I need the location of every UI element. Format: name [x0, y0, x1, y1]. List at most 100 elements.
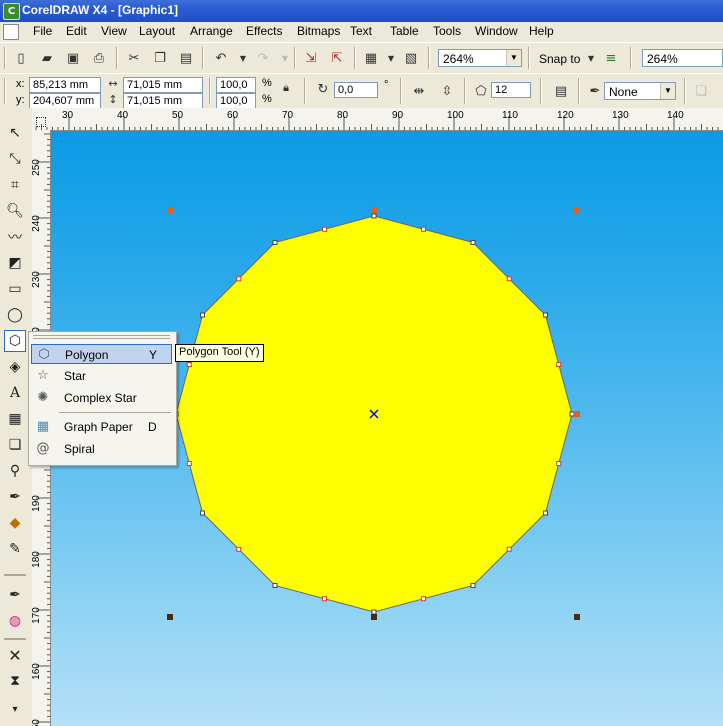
node-handle[interactable] [542, 312, 548, 318]
smart-fill-tool-icon[interactable]: ◩ [4, 252, 26, 274]
node-handle[interactable] [322, 596, 327, 602]
snap-to-dropdown-icon[interactable]: ▼ [580, 47, 602, 69]
node-handle[interactable] [371, 213, 377, 219]
options-icon[interactable]: ≡ [600, 47, 622, 69]
menu-layout[interactable]: Layout [139, 24, 175, 38]
open-folder-icon[interactable]: ▰ [36, 47, 58, 69]
save-icon[interactable]: ▣ [62, 47, 84, 69]
node-handle[interactable] [322, 226, 327, 232]
welcome-screen-icon[interactable]: ▧ [400, 47, 422, 69]
node-handle[interactable] [371, 609, 377, 615]
print-icon[interactable]: ⎙ [88, 47, 110, 69]
chevron-down-icon[interactable]: ▼ [660, 83, 675, 99]
pick-tool-icon[interactable]: ↖ [4, 122, 26, 144]
scale-y-field[interactable]: 100,0 [216, 93, 256, 109]
menu-table[interactable]: Table [390, 24, 419, 38]
selection-handle[interactable] [167, 207, 173, 213]
paste-icon[interactable]: ▤ [175, 47, 197, 69]
selection-handle[interactable] [371, 614, 377, 620]
node-handle[interactable] [506, 276, 512, 282]
outline-pen-icon[interactable]: ✒ [4, 584, 26, 606]
basic-shapes-tool-icon[interactable]: ◈ [4, 356, 26, 378]
node-handle[interactable] [556, 461, 562, 466]
y-position-field[interactable]: 204,607 mm [29, 93, 101, 109]
new-document-icon[interactable]: ▯ [10, 47, 32, 69]
selection-handle[interactable] [574, 614, 580, 620]
menu-tools[interactable]: Tools [433, 24, 461, 38]
node-handle[interactable] [200, 510, 206, 516]
launcher-dropdown-icon[interactable]: ▼ [380, 47, 402, 69]
flyout-grip[interactable] [33, 335, 170, 339]
node-handle[interactable] [470, 240, 476, 246]
cut-icon[interactable]: ✂ [123, 47, 145, 69]
copy-icon[interactable]: ❐ [149, 47, 171, 69]
ellipse-tool-icon[interactable]: ◯ [4, 304, 26, 326]
node-handle[interactable] [236, 546, 242, 552]
eyedropper-tool-icon[interactable]: ⚲ [4, 460, 26, 482]
node-handle[interactable] [569, 411, 575, 417]
menu-view[interactable]: View [101, 24, 127, 38]
node-handle[interactable] [236, 276, 242, 282]
to-front-icon[interactable]: ❏ [690, 80, 712, 102]
zoom-level-combo[interactable]: 264% ▼ [438, 49, 522, 67]
x-position-field[interactable]: 85,213 mm [29, 77, 101, 93]
interactive-blend-tool-icon[interactable]: ❏ [4, 434, 26, 456]
outline-width-combo[interactable]: None ▼ [604, 82, 676, 100]
undo-icon[interactable]: ↶ [210, 47, 232, 69]
node-handle[interactable] [272, 582, 278, 588]
node-handle[interactable] [470, 582, 476, 588]
horizontal-ruler[interactable]: 30 40 50 60 70 80 90 100 110 120 130 140 [32, 108, 723, 131]
hourglass-icon[interactable]: ⧗ [4, 670, 26, 692]
chevron-down-icon[interactable]: ▼ [506, 50, 521, 66]
node-handle[interactable] [186, 362, 192, 367]
polygon-points-field[interactable]: 12 [491, 82, 531, 98]
menu-text[interactable]: Text [350, 24, 372, 38]
table-tool-icon[interactable]: ▦ [4, 408, 26, 430]
ruler-origin-icon[interactable] [36, 117, 46, 127]
scroll-down-icon[interactable]: ▾ [4, 698, 26, 720]
scale-x-field[interactable]: 100,0 [216, 77, 256, 93]
import-icon[interactable]: ⇲ [300, 47, 322, 69]
outline-tool-icon[interactable]: ✒ [4, 486, 26, 508]
crop-tool-icon[interactable]: ⌗ [4, 174, 26, 196]
menu-effects[interactable]: Effects [246, 24, 282, 38]
menu-window[interactable]: Window [475, 24, 518, 38]
text-tool-icon[interactable]: A [4, 382, 26, 404]
fill-tool-icon[interactable]: ◆ [4, 512, 26, 534]
mirror-horizontal-icon[interactable]: ⇹ [408, 80, 430, 102]
mirror-vertical-icon[interactable]: ⇳ [436, 80, 458, 102]
rectangle-tool-icon[interactable]: ▭ [4, 278, 26, 300]
export-icon[interactable]: ⇱ [326, 47, 348, 69]
menu-file[interactable]: File [33, 24, 52, 38]
application-launcher-icon[interactable]: ▦ [360, 47, 382, 69]
polygon-tool-icon[interactable]: ⬡ [4, 330, 26, 352]
selection-handle[interactable] [574, 207, 580, 213]
menu-help[interactable]: Help [529, 24, 554, 38]
width-field[interactable]: 71,015 mm [123, 77, 203, 93]
flyout-item-spiral[interactable]: @ Spiral [31, 439, 172, 459]
color-wheel-icon[interactable]: ◍ [4, 610, 26, 632]
zoom-level-combo-right[interactable]: 264% [642, 49, 723, 67]
zoom-tool-icon[interactable]: 🔍︎ [4, 200, 26, 222]
no-fill-icon[interactable]: ✕ [4, 644, 26, 666]
node-handle[interactable] [200, 312, 206, 318]
flyout-item-star[interactable]: ☆ Star [31, 366, 172, 386]
flyout-item-polygon[interactable]: ⬡ Polygon Y [31, 344, 172, 364]
shape-tool-icon[interactable]: ⤡ [4, 148, 26, 170]
selection-handle[interactable] [371, 207, 377, 213]
lock-ratio-icon[interactable]: 🔒︎ [278, 80, 294, 96]
wrap-text-icon[interactable]: ▤ [550, 80, 572, 102]
height-field[interactable]: 71,015 mm [123, 93, 203, 109]
undo-dropdown-icon[interactable]: ▼ [232, 47, 254, 69]
menu-arrange[interactable]: Arrange [190, 24, 233, 38]
menu-bitmaps[interactable]: Bitmaps [297, 24, 340, 38]
node-handle[interactable] [421, 596, 426, 602]
interactive-fill-tool-icon[interactable]: ✎ [4, 538, 26, 560]
snap-to-button[interactable]: Snap to [539, 52, 580, 66]
flyout-item-graph-paper[interactable]: ▦ Graph Paper D [31, 417, 172, 437]
freehand-tool-icon[interactable]: 〰 [4, 226, 26, 248]
selection-handle[interactable] [574, 411, 580, 417]
node-handle[interactable] [421, 226, 426, 232]
node-handle[interactable] [542, 510, 548, 516]
flyout-item-complex-star[interactable]: ✺ Complex Star [31, 388, 172, 408]
